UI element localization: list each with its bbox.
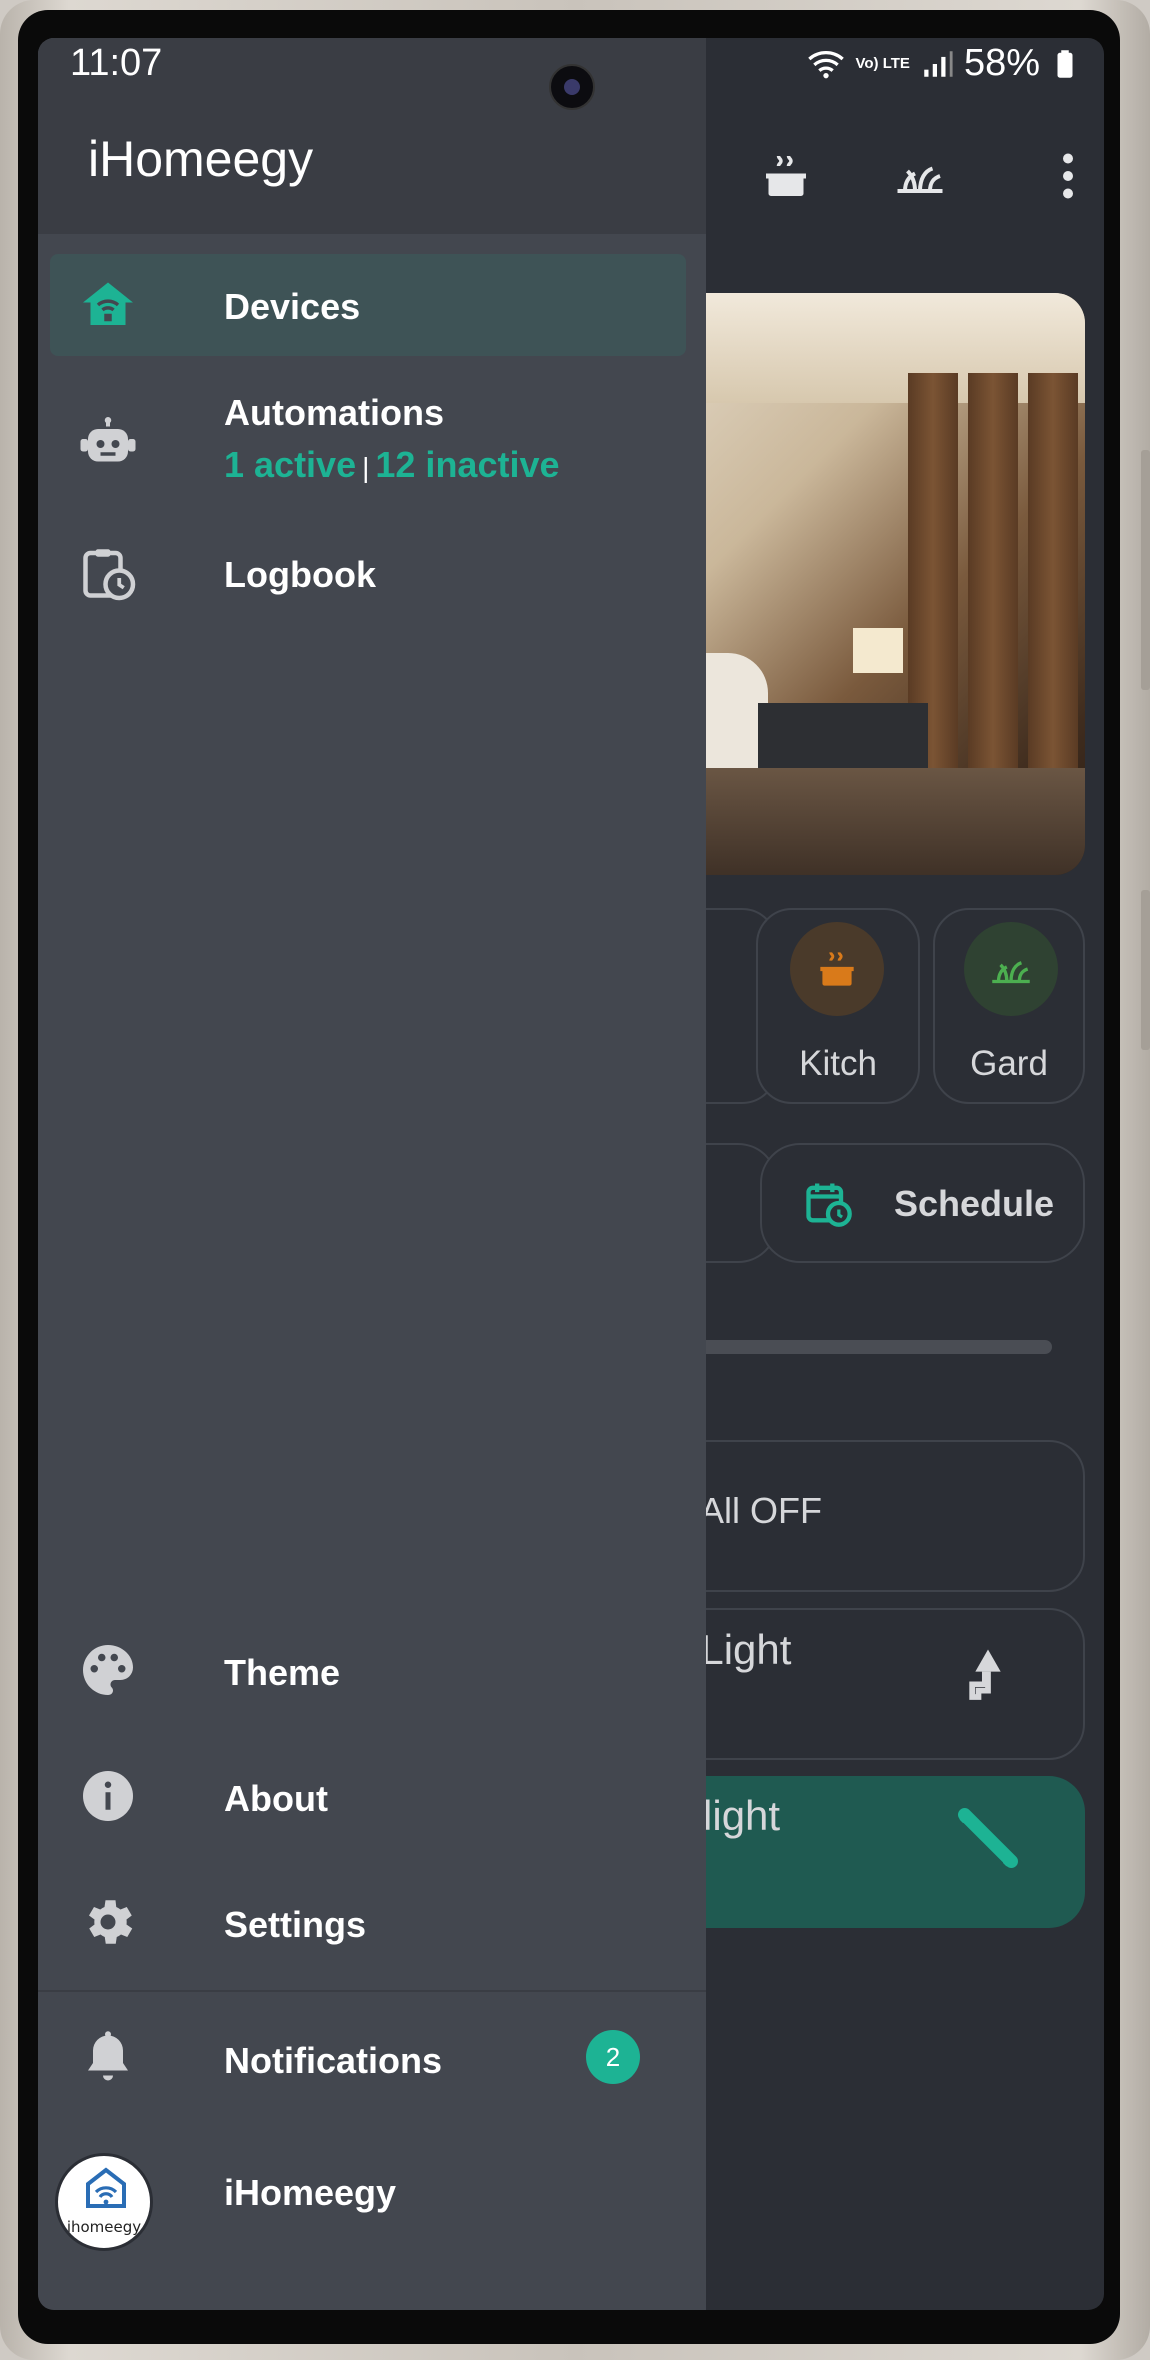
battery-icon — [1057, 49, 1073, 78]
wifi-icon — [807, 50, 844, 78]
notification-count-badge: 2 — [586, 2030, 640, 2084]
active-count: 1 active — [224, 444, 357, 485]
status-icons: Vo) LTE 58% — [806, 42, 1081, 85]
home-icon — [83, 282, 133, 325]
volume-button — [1141, 450, 1150, 690]
signal-icon — [924, 50, 953, 77]
power-button — [1141, 890, 1150, 1050]
nav-item-theme[interactable]: Theme — [50, 1620, 686, 1720]
user-name: iHomeegy — [224, 2172, 397, 2213]
status-bar: 11:07 Vo) LTE 58% — [38, 38, 1104, 110]
nav-label: Settings — [224, 1904, 367, 1945]
status-separator: | — [362, 452, 370, 483]
navigation-drawer: iHomeegy Devices Automations 1 active | 12… — [38, 38, 706, 2310]
house-wifi-logo-icon — [86, 2167, 126, 2208]
robot-icon — [80, 417, 136, 462]
front-camera — [549, 64, 595, 110]
bell-icon — [88, 2031, 128, 2081]
network-type: Vo) LTE — [855, 54, 910, 72]
drawer-divider — [38, 1990, 706, 1992]
screen: Kitch Gard Schedule All OFF ll Light otl… — [38, 38, 1104, 2310]
nav-label: Theme — [224, 1652, 341, 1693]
logo-text: ihomeegy — [66, 2218, 142, 2236]
nav-label: About — [224, 1778, 328, 1819]
clipboard-clock-icon — [83, 549, 136, 601]
nav-label: Devices — [224, 286, 361, 327]
automations-status: 1 active | 12 inactive — [224, 444, 560, 486]
nav-label: Logbook — [224, 554, 376, 595]
avatar[interactable]: ihomeegy — [55, 2153, 153, 2251]
status-time: 11:07 — [70, 42, 163, 84]
nav-item-logbook[interactable]: Logbook — [50, 522, 686, 624]
nav-label: Automations — [224, 392, 444, 433]
nav-item-devices[interactable]: Devices — [50, 254, 686, 356]
nav-label: Notifications — [224, 2040, 443, 2081]
drawer-title: iHomeegy — [88, 131, 314, 187]
nav-item-settings[interactable]: Settings — [50, 1872, 686, 1972]
nav-item-about[interactable]: About — [50, 1746, 686, 1846]
nav-item-automations[interactable]: Automations 1 active | 12 inactive — [50, 376, 686, 506]
inactive-count: 12 inactive — [375, 444, 560, 485]
gear-icon — [89, 1900, 133, 1944]
info-icon — [83, 1771, 133, 1821]
battery-percentage: 58% — [963, 42, 1040, 84]
palette-icon — [83, 1645, 133, 1695]
